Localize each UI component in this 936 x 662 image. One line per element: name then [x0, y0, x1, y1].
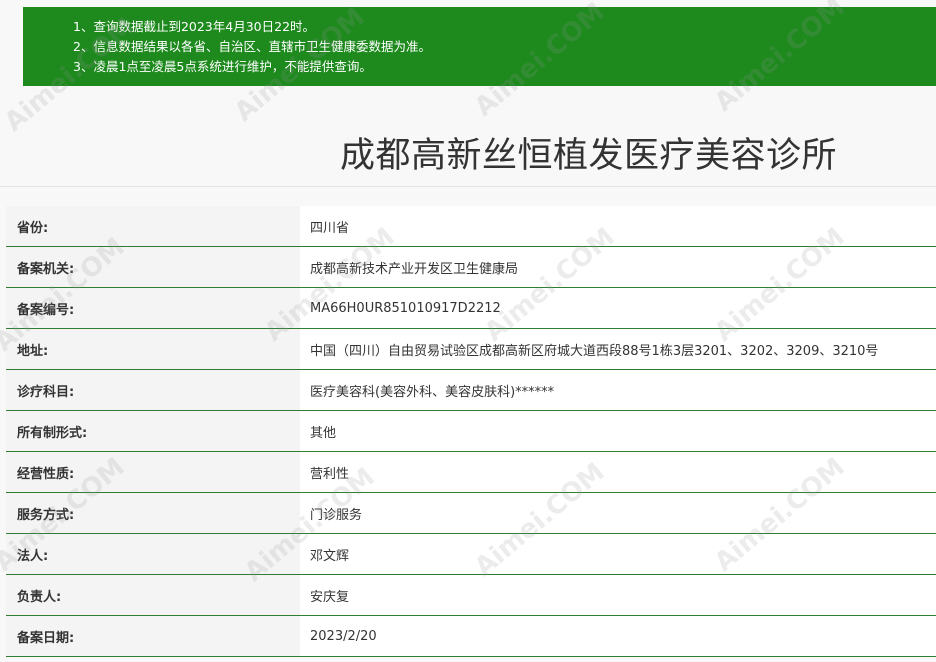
row-value: MA66H0UR851010917D2212 — [300, 288, 936, 328]
row-value: 邓文辉 — [300, 534, 936, 574]
row-label: 备案机关: — [6, 247, 300, 287]
table-row-record-number: 备案编号: MA66H0UR851010917D2212 — [6, 288, 936, 329]
table-row-business-nature: 经营性质: 营利性 — [6, 452, 936, 493]
row-value: 医疗美容科(美容外科、美容皮肤科)****** — [300, 370, 936, 410]
row-label: 负责人: — [6, 575, 300, 615]
table-row-ownership: 所有制形式: 其他 — [6, 411, 936, 452]
page-title: 成都高新丝恒植发医疗美容诊所 — [340, 136, 838, 176]
table-row-departments: 诊疗科目: 医疗美容科(美容外科、美容皮肤科)****** — [6, 370, 936, 411]
row-value: 成都高新技术产业开发区卫生健康局 — [300, 247, 936, 287]
table-row-service-mode: 服务方式: 门诊服务 — [6, 493, 936, 534]
row-value: 四川省 — [300, 206, 936, 246]
row-value: 其他 — [300, 411, 936, 451]
row-label: 省份: — [6, 206, 300, 246]
row-label: 备案编号: — [6, 288, 300, 328]
notice-banner: 1、查询数据截止到2023年4月30日22时。 2、信息数据结果以各省、自治区、… — [23, 7, 936, 86]
row-value: 中国（四川）自由贸易试验区成都高新区府城大道西段88号1栋3层3201、3202… — [300, 329, 936, 369]
row-label: 服务方式: — [6, 493, 300, 533]
row-label: 备案日期: — [6, 616, 300, 656]
info-table: 省份: 四川省 备案机关: 成都高新技术产业开发区卫生健康局 备案编号: MA6… — [6, 206, 936, 657]
notice-line-1: 1、查询数据截止到2023年4月30日22时。 — [73, 19, 316, 34]
row-value: 安庆复 — [300, 575, 936, 615]
row-value: 营利性 — [300, 452, 936, 492]
table-row-person-in-charge: 负责人: 安庆复 — [6, 575, 936, 616]
table-row-province: 省份: 四川省 — [6, 206, 936, 247]
table-row-authority: 备案机关: 成都高新技术产业开发区卫生健康局 — [6, 247, 936, 288]
row-label: 所有制形式: — [6, 411, 300, 451]
table-row-legal-person: 法人: 邓文辉 — [6, 534, 936, 575]
table-row-address: 地址: 中国（四川）自由贸易试验区成都高新区府城大道西段88号1栋3层3201、… — [6, 329, 936, 370]
table-row-record-date: 备案日期: 2023/2/20 — [6, 616, 936, 657]
notice-line-3: 3、凌晨1点至凌晨5点系统进行维护，不能提供查询。 — [73, 59, 372, 74]
row-label: 经营性质: — [6, 452, 300, 492]
row-label: 法人: — [6, 534, 300, 574]
row-label: 地址: — [6, 329, 300, 369]
row-label: 诊疗科目: — [6, 370, 300, 410]
title-area: 成都高新丝恒植发医疗美容诊所 — [0, 87, 936, 187]
notice-line-2: 2、信息数据结果以各省、自治区、直辖市卫生健康委数据为准。 — [73, 39, 431, 54]
row-value: 门诊服务 — [300, 493, 936, 533]
row-value: 2023/2/20 — [300, 616, 936, 656]
